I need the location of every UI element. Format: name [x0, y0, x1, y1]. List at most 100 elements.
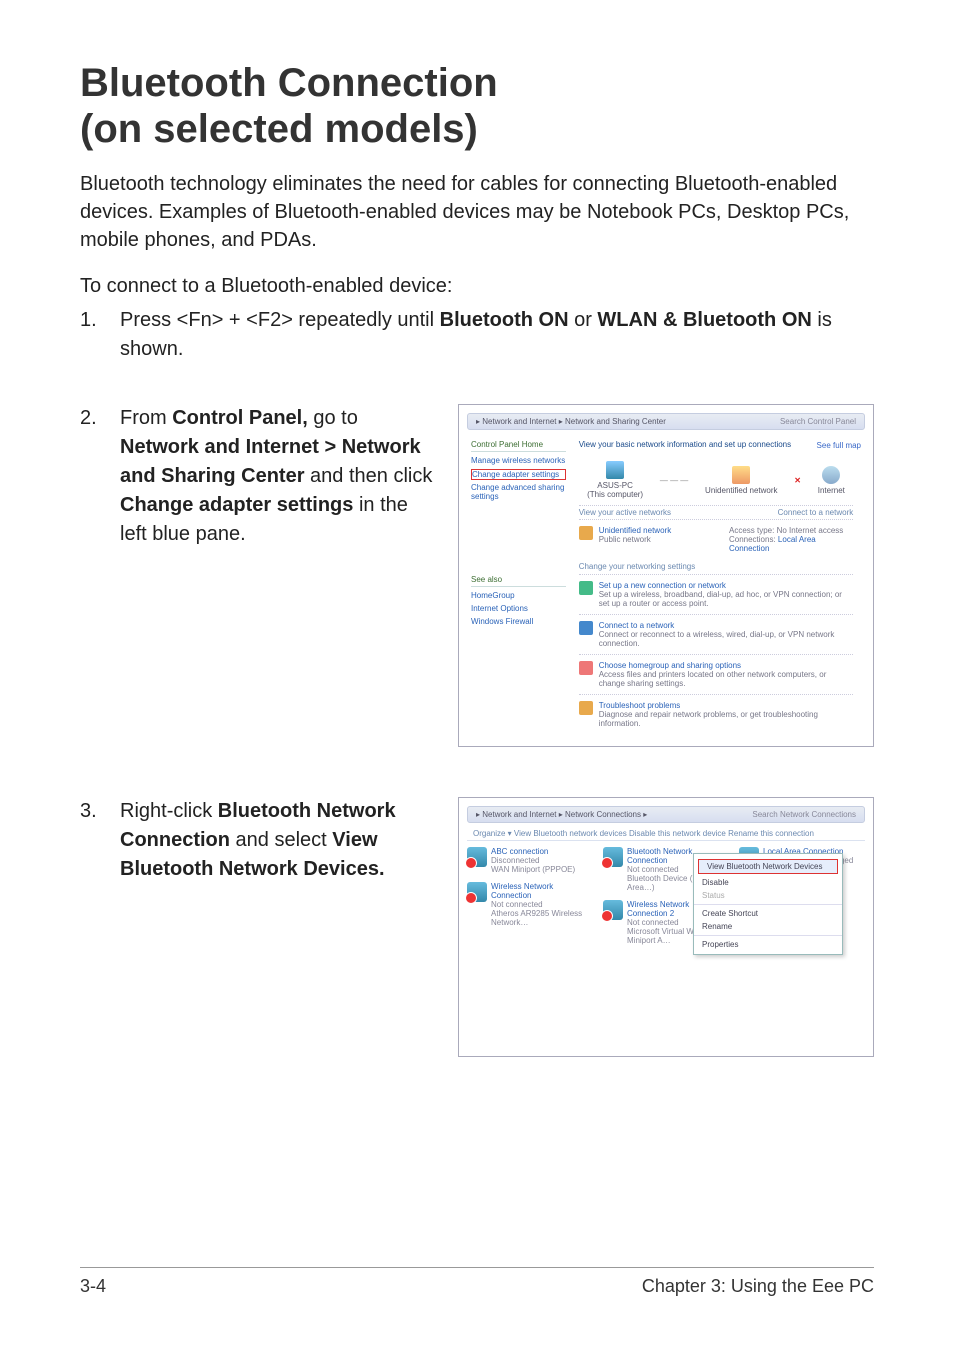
bench-icon	[579, 526, 593, 540]
sidebar-link-advanced-sharing[interactable]: Change advanced sharing settings	[471, 483, 566, 502]
node-2-label: Unidentified network	[705, 486, 777, 495]
conn-wireless[interactable]: Wireless Network ConnectionNot connected…	[467, 882, 593, 927]
step-1-pre: Press <Fn> + <F2> repeatedly until	[120, 309, 440, 331]
ctx-disable[interactable]: Disable	[694, 876, 842, 889]
sec1-d: Set up a wireless, broadband, dial-up, a…	[599, 590, 854, 608]
section-troubleshoot[interactable]: Troubleshoot problemsDiagnose and repair…	[579, 694, 854, 734]
access-val: No Internet access	[777, 526, 844, 535]
step-2-t2: and then click	[304, 465, 432, 487]
section-connect[interactable]: Connect to a networkConnect or reconnect…	[579, 614, 854, 654]
step-2-pre: From	[120, 407, 172, 429]
see-also-homegroup[interactable]: HomeGroup	[471, 591, 566, 601]
section-homegroup[interactable]: Choose homegroup and sharing optionsAcce…	[579, 654, 854, 694]
see-full-map-link[interactable]: See full map	[817, 441, 861, 450]
address-bar-2[interactable]: ▸ Network and Internet ▸ Network Connect…	[467, 806, 865, 823]
computer-icon	[606, 461, 624, 479]
change-settings-header: Change your networking settings	[579, 559, 854, 574]
sec2-h: Connect to a network	[599, 621, 854, 630]
breadcrumb-2[interactable]: ▸ Network and Internet ▸ Network Connect…	[476, 810, 647, 819]
view-active-row: View your active networks Connect to a n…	[579, 506, 854, 519]
step-2-body: From Control Panel, go to Network and In…	[120, 404, 440, 549]
screenshot-network-connections: ▸ Network and Internet ▸ Network Connect…	[458, 797, 874, 1057]
step-2-t1: go to	[308, 407, 358, 429]
main-title: View your basic network information and …	[579, 440, 854, 449]
see-also-header: See also	[471, 575, 566, 587]
connect-icon	[579, 621, 593, 635]
ctx-rename[interactable]: Rename	[694, 920, 842, 933]
step-3-row: 3. Right-click Bluetooth Network Connect…	[80, 797, 874, 1057]
node-network: Unidentified network	[705, 466, 777, 495]
ctx-view-bluetooth-devices[interactable]: View Bluetooth Network Devices	[698, 859, 838, 874]
c4-d2: Atheros AR9285 Wireless Network…	[491, 909, 593, 927]
address-bar[interactable]: ▸ Network and Internet ▸ Network and Sha…	[467, 413, 865, 430]
c4-h: Wireless Network Connection	[491, 882, 593, 900]
ctx-properties[interactable]: Properties	[694, 938, 842, 951]
chapter-label: Chapter 3: Using the Eee PC	[642, 1276, 874, 1297]
node-3-label: Internet	[818, 486, 845, 495]
step-3-pre: Right-click	[120, 800, 218, 822]
sec3-d: Access files and printers located on oth…	[599, 670, 854, 688]
page-footer: 3-4 Chapter 3: Using the Eee PC	[80, 1267, 874, 1297]
bluetooth-icon	[603, 847, 623, 867]
step-2-row: 2. From Control Panel, go to Network and…	[80, 404, 874, 747]
ctx-shortcut[interactable]: Create Shortcut	[694, 907, 842, 920]
network-icon	[732, 466, 750, 484]
conn-label: Connections:	[729, 535, 776, 544]
homegroup-icon	[579, 661, 593, 675]
sidebar-link-manage-wireless[interactable]: Manage wireless networks	[471, 456, 566, 466]
section-setup[interactable]: Set up a new connection or networkSet up…	[579, 574, 854, 614]
sidebar-header: Control Panel Home	[471, 440, 566, 452]
sidebar-link-change-adapter[interactable]: Change adapter settings	[471, 469, 566, 480]
page-number: 3-4	[80, 1276, 106, 1297]
main-pane: View your basic network information and …	[573, 436, 860, 738]
globe-icon	[822, 466, 840, 484]
connect-network-link[interactable]: Connect to a network	[778, 508, 854, 517]
step-2-text: 2. From Control Panel, go to Network and…	[80, 404, 440, 559]
active-network-block: Unidentified network Public network Acce…	[579, 519, 854, 559]
step-1: 1. Press <Fn> + <F2> repeatedly until Bl…	[80, 306, 874, 364]
conn-abc[interactable]: ABC connectionDisconnectedWAN Miniport (…	[467, 847, 593, 874]
active-type: Public network	[599, 535, 723, 544]
c1-d: Disconnected	[491, 856, 575, 865]
access-label: Access type:	[729, 526, 774, 535]
see-also-firewall[interactable]: Windows Firewall	[471, 617, 566, 627]
sec4-h: Troubleshoot problems	[599, 701, 854, 710]
context-menu: View Bluetooth Network Devices Disable S…	[693, 853, 843, 955]
step-3-body: Right-click Bluetooth Network Connection…	[120, 797, 440, 884]
network-map: ASUS-PC (This computer) ― ― ― Unidentifi…	[579, 455, 854, 506]
modem-icon	[467, 847, 487, 867]
c1-h: ABC connection	[491, 847, 575, 856]
left-sidebar: Control Panel Home Manage wireless netwo…	[467, 436, 570, 634]
view-active-label: View your active networks	[579, 508, 671, 517]
step-2-b1: Control Panel,	[172, 407, 308, 429]
screenshot-network-sharing-center: ▸ Network and Internet ▸ Network and Sha…	[458, 404, 874, 747]
setup-icon	[579, 581, 593, 595]
dash-1: ― ― ―	[660, 476, 688, 485]
step-1-number: 1.	[80, 306, 120, 364]
c4-d: Not connected	[491, 900, 593, 909]
wifi-icon	[467, 882, 487, 902]
x-icon: ✕	[794, 476, 801, 485]
sec4-d: Diagnose and repair network problems, or…	[599, 710, 854, 728]
sec1-h: Set up a new connection or network	[599, 581, 854, 590]
step-1-bold-1: Bluetooth ON	[440, 309, 569, 331]
step-3-number: 3.	[80, 797, 120, 884]
step-3-t1: and select	[230, 829, 332, 851]
step-1-body: Press <Fn> + <F2> repeatedly until Bluet…	[120, 306, 874, 364]
search-field-2[interactable]: Search Network Connections	[752, 810, 856, 819]
sec2-d: Connect or reconnect to a wireless, wire…	[599, 630, 854, 648]
node-1-label: ASUS-PC	[597, 481, 633, 490]
title-line-2: (on selected models)	[80, 107, 478, 151]
search-field[interactable]: Search Control Panel	[780, 417, 856, 426]
step-2-number: 2.	[80, 404, 120, 549]
see-also-internet-options[interactable]: Internet Options	[471, 604, 566, 614]
ctx-divider-2	[694, 935, 842, 936]
page-title: Bluetooth Connection (on selected models…	[80, 60, 874, 152]
node-this-pc: ASUS-PC (This computer)	[587, 461, 643, 499]
node-internet: Internet	[818, 466, 845, 495]
step-3-text: 3. Right-click Bluetooth Network Connect…	[80, 797, 440, 894]
toolbar[interactable]: Organize ▾ View Bluetooth network device…	[467, 827, 865, 841]
troubleshoot-icon	[579, 701, 593, 715]
breadcrumb[interactable]: ▸ Network and Internet ▸ Network and Sha…	[476, 417, 666, 426]
c1-d2: WAN Miniport (PPPOE)	[491, 865, 575, 874]
